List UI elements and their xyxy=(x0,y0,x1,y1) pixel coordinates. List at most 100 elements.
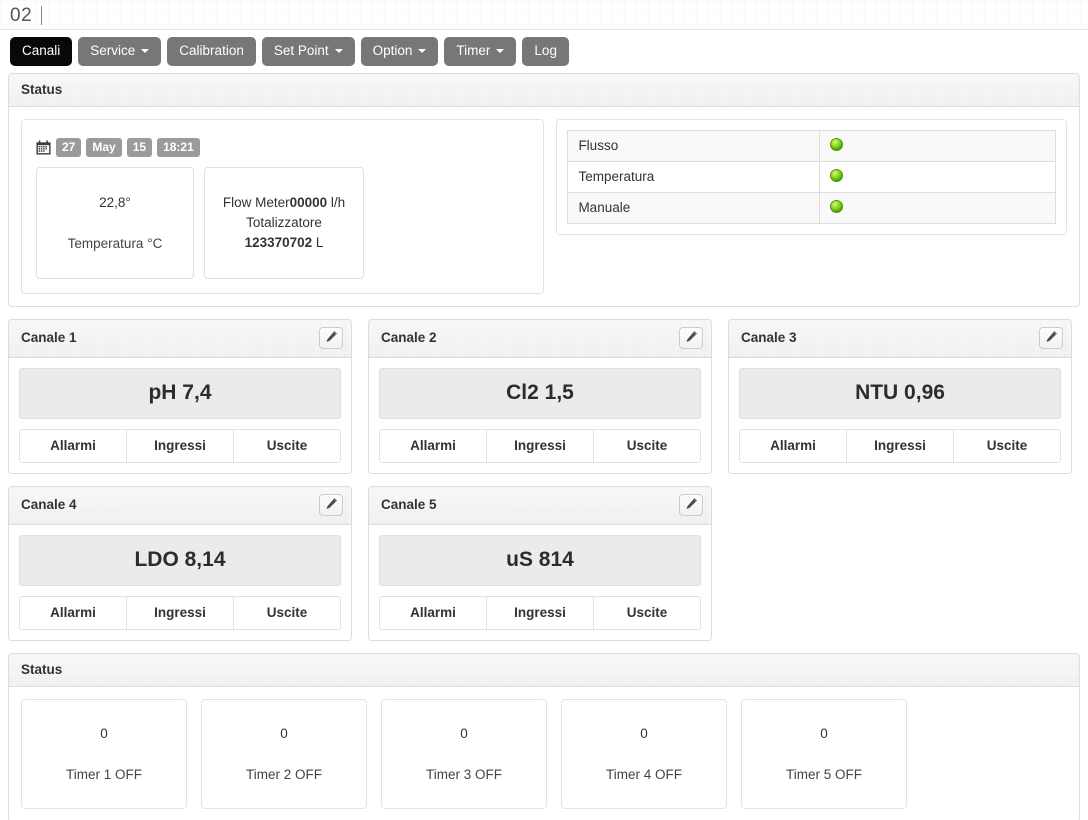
channel-action-ingressi[interactable]: Ingressi xyxy=(487,596,594,629)
pencil-icon xyxy=(685,497,698,513)
text-caret xyxy=(41,6,43,25)
totalizer-line: 123370702 L xyxy=(245,233,324,253)
channel-edit-button[interactable] xyxy=(679,326,703,349)
channel-action-ingressi[interactable]: Ingressi xyxy=(487,429,594,462)
status-panel-title: Status xyxy=(9,74,1079,107)
channel-panel-inner: Canale 2 Cl2 1,5 Allarmi Ingressi Uscite xyxy=(368,318,712,474)
channel-body: uS 814 Allarmi Ingressi Uscite xyxy=(369,525,711,640)
channel-value-display: uS 814 xyxy=(379,534,701,586)
status-left-column: 27 May 15 18:21 22,8° Temperatura °C Flo… xyxy=(21,118,545,294)
channel-title: Canale 3 xyxy=(741,330,797,345)
indicator-state-cell xyxy=(819,191,1056,224)
channel-action-ingressi[interactable]: Ingressi xyxy=(847,429,954,462)
nav-button-set-point[interactable]: Set Point xyxy=(261,37,355,66)
timer-label: Timer 3 OFF xyxy=(426,766,502,782)
channel-header: Canale 2 xyxy=(369,320,711,358)
timer-card-group: 0 Timer 1 OFF 0 Timer 2 OFF 0 Timer 3 OFF 0 Tim… xyxy=(21,698,1067,809)
temperature-label: Temperatura °C xyxy=(67,235,163,251)
nav-button-option[interactable]: Option xyxy=(360,37,439,66)
channel-action-allarmi[interactable]: Allarmi xyxy=(20,429,127,462)
channel-value-display: Cl2 1,5 xyxy=(379,367,701,419)
indicator-name: Temperatura xyxy=(567,160,821,193)
nav-button-timer[interactable]: Timer xyxy=(444,37,517,66)
timer-card-5: 0 Timer 5 OFF xyxy=(741,698,907,809)
chevron-down-icon xyxy=(418,49,427,54)
timer-panel-body: 0 Timer 1 OFF 0 Timer 2 OFF 0 Timer 3 OFF 0 Tim… xyxy=(9,687,1079,820)
date-month-badge: May xyxy=(86,137,122,157)
totalizer-value: 123370702 xyxy=(244,234,313,250)
channel-action-bar: Allarmi Ingressi Uscite xyxy=(19,595,341,630)
status-led-icon xyxy=(830,168,844,182)
channel-action-allarmi[interactable]: Allarmi xyxy=(740,429,847,462)
timer-label: Timer 1 OFF xyxy=(66,766,142,782)
nav-button-label: Timer xyxy=(456,43,491,58)
channel-action-uscite[interactable]: Uscite xyxy=(954,429,1060,462)
status-panel: Status 27 May 15 18:21 22,8° Temperatura… xyxy=(8,72,1080,307)
channel-edit-button[interactable] xyxy=(319,326,343,349)
channel-panel-3: Canale 3 NTU 0,96 Allarmi Ingressi Uscite xyxy=(720,318,1080,474)
channel-action-uscite[interactable]: Uscite xyxy=(234,429,340,462)
channel-panel-4: Canale 4 LDO 8,14 Allarmi Ingressi Uscite xyxy=(0,485,360,641)
channel-body: Cl2 1,5 Allarmi Ingressi Uscite xyxy=(369,358,711,473)
timer-card-4: 0 Timer 4 OFF xyxy=(561,698,727,809)
nav-button-calibration[interactable]: Calibration xyxy=(167,37,256,66)
pencil-icon xyxy=(685,330,698,346)
nav-button-label: Service xyxy=(90,43,136,58)
timer-card-1: 0 Timer 1 OFF xyxy=(21,698,187,809)
totalizer-label: Totalizzatore xyxy=(246,214,322,230)
timer-label: Timer 5 OFF xyxy=(786,766,862,782)
timer-label: Timer 2 OFF xyxy=(246,766,322,782)
table-row: Flusso xyxy=(567,129,1056,162)
channel-body: NTU 0,96 Allarmi Ingressi Uscite xyxy=(729,358,1071,473)
nav-button-label: Set Point xyxy=(273,43,329,58)
totalizer-unit: L xyxy=(315,234,324,250)
channel-edit-button[interactable] xyxy=(319,493,343,516)
indicator-name: Manuale xyxy=(567,191,821,224)
flow-meter-line: Flow Meter00000 l/h xyxy=(223,193,345,213)
channel-value-display: LDO 8,14 xyxy=(19,534,341,586)
channel-header: Canale 1 xyxy=(9,320,351,358)
indicator-state-cell xyxy=(819,129,1056,162)
nav-button-canali[interactable]: Canali xyxy=(10,37,73,66)
channel-title: Canale 2 xyxy=(381,330,437,345)
channel-panel-inner: Canale 5 uS 814 Allarmi Ingressi Uscite xyxy=(368,485,712,641)
channel-grid: Canale 1 pH 7,4 Allarmi Ingressi Uscite Canal… xyxy=(0,318,1088,653)
channel-header: Canale 5 xyxy=(369,487,711,525)
page-title: 02 xyxy=(10,5,33,26)
channel-action-ingressi[interactable]: Ingressi xyxy=(127,429,234,462)
indicator-table: Flusso Temperatura Manuale xyxy=(567,129,1056,224)
nav-button-log[interactable]: Log xyxy=(522,37,569,66)
nav-button-label: Option xyxy=(372,43,413,58)
channel-title: Canale 5 xyxy=(381,497,437,512)
channel-panel-2: Canale 2 Cl2 1,5 Allarmi Ingressi Uscite xyxy=(360,318,720,474)
calendar-icon xyxy=(36,139,51,155)
temperature-readout: 22,8° Temperatura °C xyxy=(36,166,194,279)
flow-meter-value: 00000 xyxy=(289,194,328,210)
channel-action-allarmi[interactable]: Allarmi xyxy=(380,429,487,462)
channel-edit-button[interactable] xyxy=(679,493,703,516)
channel-value-display: NTU 0,96 xyxy=(739,367,1061,419)
channel-action-uscite[interactable]: Uscite xyxy=(594,429,700,462)
flow-meter-label: Flow Meter xyxy=(222,194,290,210)
indicator-name: Flusso xyxy=(567,129,821,162)
readout-group: 22,8° Temperatura °C Flow Meter00000 l/h… xyxy=(36,166,529,279)
date-year-badge: 15 xyxy=(126,137,153,157)
channel-action-allarmi[interactable]: Allarmi xyxy=(20,596,127,629)
channel-panel-5: Canale 5 uS 814 Allarmi Ingressi Uscite xyxy=(360,485,720,641)
channel-action-ingressi[interactable]: Ingressi xyxy=(127,596,234,629)
app-page: 02 Canali Service Calibration Set Point Opti… xyxy=(0,0,1088,820)
channel-edit-button[interactable] xyxy=(1039,326,1063,349)
channel-action-uscite[interactable]: Uscite xyxy=(234,596,340,629)
timer-label: Timer 4 OFF xyxy=(606,766,682,782)
pencil-icon xyxy=(325,330,338,346)
nav-button-label: Calibration xyxy=(179,43,244,58)
status-led-icon xyxy=(830,199,844,213)
flow-meter-readout: Flow Meter00000 l/h Totalizzatore 123370… xyxy=(204,166,364,279)
date-day-badge: 27 xyxy=(56,137,82,157)
channel-action-bar: Allarmi Ingressi Uscite xyxy=(19,428,341,463)
indicator-state-cell xyxy=(819,160,1056,193)
nav-button-service[interactable]: Service xyxy=(78,37,162,66)
channel-action-allarmi[interactable]: Allarmi xyxy=(380,596,487,629)
chevron-down-icon xyxy=(141,49,150,54)
channel-action-uscite[interactable]: Uscite xyxy=(594,596,700,629)
